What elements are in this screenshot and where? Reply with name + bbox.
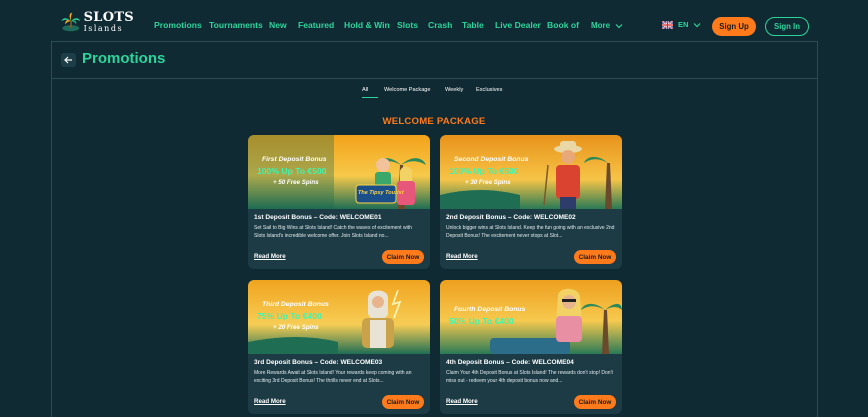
uk-flag-icon [662, 20, 673, 29]
card-description: More Rewards Await at Slots Island! Your… [254, 370, 412, 384]
section-title: WELCOME PACKAGE [382, 116, 486, 127]
claim-now-button[interactable]: Claim Now [574, 395, 616, 409]
nav-item-table[interactable]: Table [462, 20, 495, 30]
page-title: Promotions [82, 50, 166, 67]
game-logo-text: The Tipsy Tourist [358, 190, 404, 196]
promo-card: First Deposit Bonus 100% Up To €500 + 50… [248, 135, 430, 269]
card-title: 3rd Deposit Bonus – Code: WELCOME03 [254, 359, 383, 366]
card-title: 2nd Deposit Bonus – Code: WELCOME02 [446, 214, 576, 221]
card-description: Set Sail to Big Wins at Slots Island! Ca… [254, 225, 412, 239]
read-more-link[interactable]: Read More [254, 398, 286, 405]
chevron-down-icon [693, 22, 701, 27]
arrow-left-icon [64, 56, 72, 64]
nav-item-new[interactable]: New [269, 20, 298, 30]
promo-banner-image[interactable]: Third Deposit Bonus 75% Up To €400 + 20 … [248, 280, 430, 354]
tab-exclusives[interactable]: Exclusives [476, 87, 506, 98]
claim-now-button[interactable]: Claim Now [574, 250, 616, 264]
brand-line2: Islands [83, 24, 124, 33]
claim-now-button[interactable]: Claim Now [382, 250, 424, 264]
banner-line1: Fourth Deposit Bonus [454, 306, 526, 313]
banner-line1: Second Deposit Bonus [454, 156, 529, 163]
signin-button[interactable]: Sign In [765, 17, 809, 36]
card-description: Claim Your 4th Deposit Bonus at Slots Is… [446, 370, 613, 384]
nav-item-hold-win[interactable]: Hold & Win [344, 20, 397, 30]
nav-item-live-dealer[interactable]: Live Dealer [495, 20, 547, 30]
card-description: Unlock bigger wins at Slots Island. Keep… [446, 225, 615, 239]
nav-more-label: More [591, 21, 611, 30]
card-title: 4th Deposit Bonus – Code: WELCOME04 [446, 359, 574, 366]
chevron-down-icon [615, 23, 623, 28]
tab-welcome-package[interactable]: Welcome Package [384, 87, 436, 98]
banner-line2: 100% Up To €500 [449, 166, 519, 176]
back-button[interactable] [61, 53, 76, 67]
language-selector[interactable]: EN [662, 20, 701, 29]
promotion-tabs: All Welcome Package Weekly Exclusives [362, 87, 506, 98]
promo-card: Third Deposit Bonus 75% Up To €400 + 20 … [248, 280, 430, 414]
nav-item-promotions[interactable]: Promotions [154, 20, 209, 30]
main-nav: Promotions Tournaments New Featured Hold… [154, 20, 583, 30]
language-code: EN [678, 20, 689, 29]
banner-line2: 75% Up To €400 [257, 311, 322, 321]
nav-item-book-of[interactable]: Book of [547, 20, 583, 30]
nav-item-crash[interactable]: Crash [428, 20, 462, 30]
promo-banner-image[interactable]: First Deposit Bonus 100% Up To €500 + 50… [248, 135, 430, 209]
nav-item-slots[interactable]: Slots [397, 20, 428, 30]
brand-logo[interactable]: SLOTS Islands [60, 8, 134, 36]
tab-all[interactable]: All [362, 87, 378, 98]
signup-button[interactable]: Sign Up [712, 17, 756, 36]
promo-card: Fourth Deposit Bonus 50% Up To €400 4th … [440, 280, 622, 414]
claim-now-button[interactable]: Claim Now [382, 395, 424, 409]
banner-line2: 100% Up To €500 [257, 166, 327, 176]
promo-banner-image[interactable]: Fourth Deposit Bonus 50% Up To €400 [440, 280, 622, 354]
banner-line1: Third Deposit Bonus [262, 301, 329, 308]
banner-line2: 50% Up To €400 [449, 316, 514, 326]
nav-more-dropdown[interactable]: More [591, 21, 623, 30]
read-more-link[interactable]: Read More [446, 253, 478, 260]
read-more-link[interactable]: Read More [446, 398, 478, 405]
nav-item-featured[interactable]: Featured [298, 20, 344, 30]
banner-line3: + 20 Free Spins [273, 324, 319, 331]
promo-card: Second Deposit Bonus 100% Up To €500 + 3… [440, 135, 622, 269]
card-title: 1st Deposit Bonus – Code: WELCOME01 [254, 214, 382, 221]
brand-line1: SLOTS [83, 10, 134, 25]
banner-line3: + 30 Free Spins [465, 179, 511, 186]
title-divider [51, 78, 818, 79]
banner-line3: + 50 Free Spins [273, 179, 319, 186]
read-more-link[interactable]: Read More [254, 253, 286, 260]
nav-item-tournaments[interactable]: Tournaments [209, 20, 269, 30]
brand-wordmark: SLOTS Islands [84, 11, 134, 33]
tab-weekly[interactable]: Weekly [445, 87, 467, 98]
banner-line1: First Deposit Bonus [262, 156, 327, 163]
palm-tree-logo-icon [61, 12, 81, 32]
promo-banner-image[interactable]: Second Deposit Bonus 100% Up To €500 + 3… [440, 135, 622, 209]
